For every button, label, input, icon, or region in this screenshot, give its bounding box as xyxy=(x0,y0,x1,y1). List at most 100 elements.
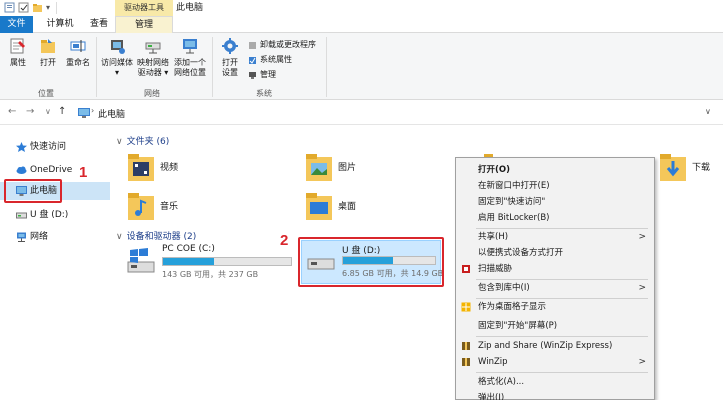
uninstall-label: 卸载或更改程序 xyxy=(260,40,316,49)
sidebar-item-usb-drive[interactable]: U 盘 (D:) xyxy=(0,206,110,224)
up-button[interactable]: ↑ xyxy=(58,106,66,117)
title-bar: ▾ 驱动器工具 此电脑 xyxy=(0,0,723,16)
quick-access-folder-icon[interactable] xyxy=(32,2,43,13)
winzip-icon xyxy=(462,342,470,350)
drive-usage-fill xyxy=(163,258,215,265)
media-icon xyxy=(111,40,125,54)
submenu-arrow-icon: > xyxy=(638,357,646,367)
gear-icon xyxy=(222,38,238,54)
open-label: 打开 xyxy=(40,58,56,67)
menu-separator xyxy=(476,336,648,337)
drive-item-c[interactable]: PC COE (C:) 143 GB 可用，共 237 GB xyxy=(122,242,297,286)
computer-manage-icon xyxy=(249,71,256,79)
add-network-location-button[interactable]: 添加一个 网络位置 xyxy=(172,37,208,77)
address-dropdown-icon[interactable]: ∨ xyxy=(705,107,711,116)
tab-view[interactable]: 查看 xyxy=(84,16,114,33)
quick-access-properties-icon[interactable] xyxy=(4,2,15,13)
address-bar[interactable]: › 此电脑 xyxy=(74,105,694,121)
menu-item-include-in-library[interactable]: 包含到库中(I) > xyxy=(456,280,654,296)
forward-button[interactable]: → xyxy=(26,106,34,117)
rename-icon xyxy=(70,40,86,52)
videos-folder-icon xyxy=(128,154,154,181)
rename-button[interactable]: 重命名 xyxy=(62,37,94,77)
map-network-drive-button[interactable]: 映射网络 驱动器 ▾ xyxy=(136,37,170,77)
breadcrumb-this-pc[interactable]: 此电脑 xyxy=(98,107,125,120)
folder-label: 音乐 xyxy=(160,202,179,212)
menu-item-open-new-window[interactable]: 在新窗口中打开(E) xyxy=(456,178,654,194)
menu-item-format[interactable]: 格式化(A)... xyxy=(456,374,654,390)
folder-label: 视频 xyxy=(160,163,179,173)
system-properties-button[interactable]: 系统属性 xyxy=(248,54,292,66)
tab-file[interactable]: 文件 xyxy=(0,16,33,33)
cloud-icon xyxy=(16,166,27,174)
music-folder-icon xyxy=(128,193,154,220)
menu-item-open-as-portable[interactable]: 以便携式设备方式打开 xyxy=(456,245,654,261)
menu-item-scan-threats[interactable]: 扫描威胁 xyxy=(456,261,654,277)
menu-item-desktop-grid[interactable]: 作为桌面格子显示 xyxy=(456,299,654,315)
window-title: 此电脑 xyxy=(176,3,204,13)
menu-item-zip-and-share[interactable]: Zip and Share (WinZip Express) xyxy=(456,338,654,354)
open-icon xyxy=(41,39,55,53)
menu-item-pin-start[interactable]: 固定到"开始"屏幕(P) xyxy=(456,318,654,334)
sidebar-label: OneDrive xyxy=(30,165,73,175)
sidebar-item-quick-access[interactable]: 快速访问 xyxy=(0,138,110,156)
tab-computer[interactable]: 计算机 xyxy=(40,16,80,33)
folder-label: 桌面 xyxy=(338,202,357,212)
collapse-chevron-icon[interactable]: ∨ xyxy=(116,232,123,242)
access-media-label: 访问媒体 ▾ xyxy=(101,58,133,77)
menu-item-share[interactable]: 共享(H) > xyxy=(456,229,654,245)
open-button[interactable]: 打开 xyxy=(32,37,64,77)
sidebar-label: U 盘 (D:) xyxy=(30,210,69,220)
properties-label: 属性 xyxy=(10,58,26,67)
folder-label: 下载 xyxy=(692,163,711,173)
network-location-icon xyxy=(183,39,197,54)
menu-separator xyxy=(476,372,648,373)
add-netloc-label-1: 添加一个 xyxy=(174,58,206,67)
group-system-label: 系统 xyxy=(256,89,272,98)
network-icon xyxy=(17,232,26,242)
collapse-chevron-icon[interactable]: ∨ xyxy=(116,137,123,147)
menu-item-open[interactable]: 打开(O) xyxy=(456,162,654,178)
properties-button[interactable]: 属性 xyxy=(2,37,34,77)
sidebar-label: 网络 xyxy=(30,232,49,242)
ribbon-divider xyxy=(212,37,213,97)
drive-usage-bar xyxy=(162,257,292,266)
manage-button[interactable]: 管理 xyxy=(248,69,276,81)
this-pc-icon xyxy=(78,108,90,118)
quick-access-check-icon[interactable] xyxy=(18,2,29,13)
properties-icon xyxy=(10,38,25,54)
tab-manage[interactable]: 管理 xyxy=(115,16,173,33)
menu-item-pin-quick-access[interactable]: 固定到"快速访问" xyxy=(456,194,654,210)
menu-item-winzip[interactable]: WinZip > xyxy=(456,354,654,370)
network-drive-icon xyxy=(145,42,161,54)
highlight-box-this-pc xyxy=(4,179,62,203)
windows-drive-icon xyxy=(127,248,155,273)
breadcrumb-chevron-icon: › xyxy=(91,106,95,115)
system-properties-label: 系统属性 xyxy=(260,55,292,64)
folder-label: 图片 xyxy=(338,163,357,173)
highlight-box-usb-drive xyxy=(298,237,444,287)
star-icon xyxy=(16,142,27,152)
sidebar-item-onedrive[interactable]: OneDrive xyxy=(0,161,110,179)
navigation-pane: 快速访问 OneDrive 此电脑 U 盘 (D:) 网络 1 xyxy=(0,126,110,400)
sidebar-item-network[interactable]: 网络 xyxy=(0,228,110,246)
submenu-arrow-icon: > xyxy=(638,232,646,242)
menu-item-eject[interactable]: 弹出(J) xyxy=(456,390,654,400)
menu-item-bitlocker[interactable]: 启用 BitLocker(B) xyxy=(456,210,654,226)
devices-section-header[interactable]: ∨ 设备和驱动器 (2) xyxy=(116,229,196,242)
ribbon-divider xyxy=(326,37,327,97)
step-number-1: 1 xyxy=(79,164,88,181)
access-media-button[interactable]: 访问媒体 ▾ xyxy=(99,37,135,77)
drive-name: PC COE (C:) xyxy=(162,244,215,254)
folders-section-header[interactable]: ∨ 文件夹 (6) xyxy=(116,134,169,147)
antivirus-shield-icon xyxy=(462,265,470,273)
map-drive-label-1: 映射网络 xyxy=(137,58,169,67)
downloads-folder-icon xyxy=(660,154,686,181)
uninstall-programs-button[interactable]: 卸载或更改程序 xyxy=(248,39,316,51)
recent-locations-button[interactable]: ∨ xyxy=(45,107,51,116)
back-button[interactable]: ← xyxy=(8,106,16,117)
rename-label: 重命名 xyxy=(66,58,90,67)
titlebar-divider xyxy=(56,2,57,14)
open-settings-button[interactable]: 打开 设置 xyxy=(214,37,246,77)
ribbon: 属性 打开 重命名 位置 访问媒体 ▾ 映射网络 驱动器 ▾ 添加一个 网络位置… xyxy=(0,33,723,100)
